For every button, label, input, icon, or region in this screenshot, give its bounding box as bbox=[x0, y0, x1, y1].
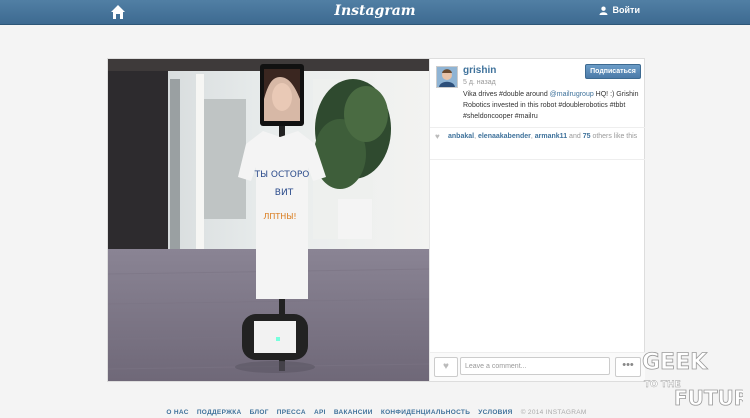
liker-link[interactable]: anbakal bbox=[448, 133, 474, 140]
heart-icon: ♥ bbox=[435, 132, 440, 141]
username-link[interactable]: grishin bbox=[463, 65, 496, 76]
comment-input[interactable]: Leave a comment... bbox=[460, 357, 610, 375]
svg-text:ТЫ ОСТОРО: ТЫ ОСТОРО bbox=[254, 170, 310, 180]
login-label: Войти bbox=[612, 5, 640, 15]
footer-link-api[interactable]: API bbox=[314, 409, 326, 416]
likes-text: anbakal, elenaakabender, armank11 and 75… bbox=[448, 133, 638, 140]
copyright: © 2014 INSTAGRAM bbox=[520, 409, 587, 416]
post-caption: Vika drives #double around @mailrugroup … bbox=[463, 89, 639, 122]
footer-link-terms[interactable]: УСЛОВИЯ bbox=[478, 409, 512, 416]
top-navbar: Instagram Войти bbox=[0, 0, 750, 25]
liker-link[interactable]: armank11 bbox=[535, 133, 567, 140]
caption-text-start: Vika drives #double around bbox=[463, 91, 550, 98]
svg-text:FUTURE: FUTURE bbox=[674, 386, 743, 410]
footer-link-blog[interactable]: БЛОГ bbox=[250, 409, 269, 416]
mention-link[interactable]: @mailrugroup bbox=[550, 91, 594, 98]
likes-count[interactable]: 75 bbox=[583, 133, 591, 140]
footer-link-jobs[interactable]: ВАКАНСИИ bbox=[334, 409, 373, 416]
post-sidebar: grishin 5 д. назад Подписаться Vika driv… bbox=[429, 59, 645, 381]
svg-text:ЛПТНЫ!: ЛПТНЫ! bbox=[263, 212, 296, 221]
post-timestamp[interactable]: 5 д. назад bbox=[463, 79, 496, 86]
avatar[interactable] bbox=[436, 66, 458, 88]
login-button[interactable]: Войти bbox=[598, 5, 640, 15]
robot-photo-image: ТЫ ОСТОРО ВИТ ЛПТНЫ! bbox=[108, 59, 429, 381]
footer-link-privacy[interactable]: КОНФИДЕНЦИАЛЬНОСТЬ bbox=[381, 409, 470, 416]
svg-text:ВИТ: ВИТ bbox=[275, 188, 294, 198]
post-card: ТЫ ОСТОРО ВИТ ЛПТНЫ! grishin 5 д. назад … bbox=[107, 58, 645, 382]
like-button[interactable]: ♥ bbox=[434, 357, 458, 377]
follow-button[interactable]: Подписаться bbox=[585, 64, 641, 79]
user-icon bbox=[598, 6, 608, 15]
liker-link[interactable]: elenaakabender bbox=[478, 133, 531, 140]
heart-icon: ♥ bbox=[443, 361, 449, 372]
likes-and: and bbox=[569, 133, 581, 140]
likes-tail: others like this bbox=[592, 133, 638, 140]
likes-section: ♥ anbakal, elenaakabender, armank11 and … bbox=[430, 127, 645, 160]
footer-link-press[interactable]: ПРЕССА bbox=[277, 409, 306, 416]
geek-to-the-future-watermark: GEEK TO THE FUTURE bbox=[642, 350, 743, 411]
footer-link-support[interactable]: ПОДДЕРЖКА bbox=[197, 409, 242, 416]
comment-bar: ♥ Leave a comment... ••• bbox=[430, 352, 645, 381]
footer-link-about[interactable]: О НАС bbox=[166, 409, 188, 416]
post-photo[interactable]: ТЫ ОСТОРО ВИТ ЛПТНЫ! bbox=[108, 59, 429, 381]
svg-text:GEEK: GEEK bbox=[642, 350, 708, 375]
